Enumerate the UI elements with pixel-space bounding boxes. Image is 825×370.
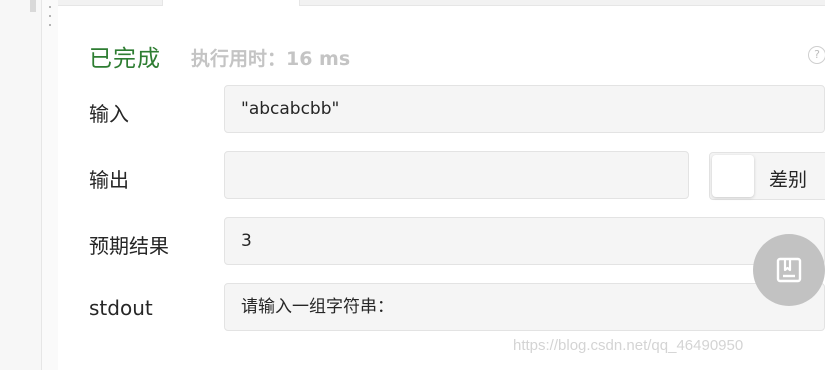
diff-label: 差别 — [769, 169, 808, 191]
status-label: 已完成 — [89, 46, 161, 72]
diff-toggle-button[interactable]: 差别 — [709, 152, 825, 200]
notebook-fab-button[interactable] — [753, 234, 825, 306]
stdout-label: stdout — [89, 296, 153, 320]
output-value-field[interactable] — [224, 151, 689, 199]
runtime-label: 执行用时：16 ms — [191, 48, 351, 70]
diff-switch[interactable] — [712, 155, 754, 197]
output-label: 输出 — [89, 168, 129, 192]
run-result-panel: 已完成 执行用时：16 ms ? 输入 "abcabcbb" 输出 差别 预期结… — [58, 6, 825, 370]
expected-value-field[interactable]: 3 — [224, 217, 825, 265]
stdout-value-field[interactable]: 请输入一组字符串： — [224, 283, 825, 331]
question-circle-icon[interactable]: ? — [808, 46, 825, 64]
watermark-text: https://blog.csdn.net/qq_46490950 — [513, 337, 744, 354]
expected-label: 预期结果 — [89, 234, 169, 258]
panel-resizer[interactable] — [41, 0, 59, 370]
input-value-field[interactable]: "abcabcbb" — [224, 85, 825, 133]
scroll-marker — [30, 0, 36, 12]
drag-handle-icon[interactable] — [48, 6, 52, 26]
notebook-icon — [776, 257, 802, 283]
input-label: 输入 — [89, 102, 129, 126]
left-editor-strip — [0, 0, 41, 370]
